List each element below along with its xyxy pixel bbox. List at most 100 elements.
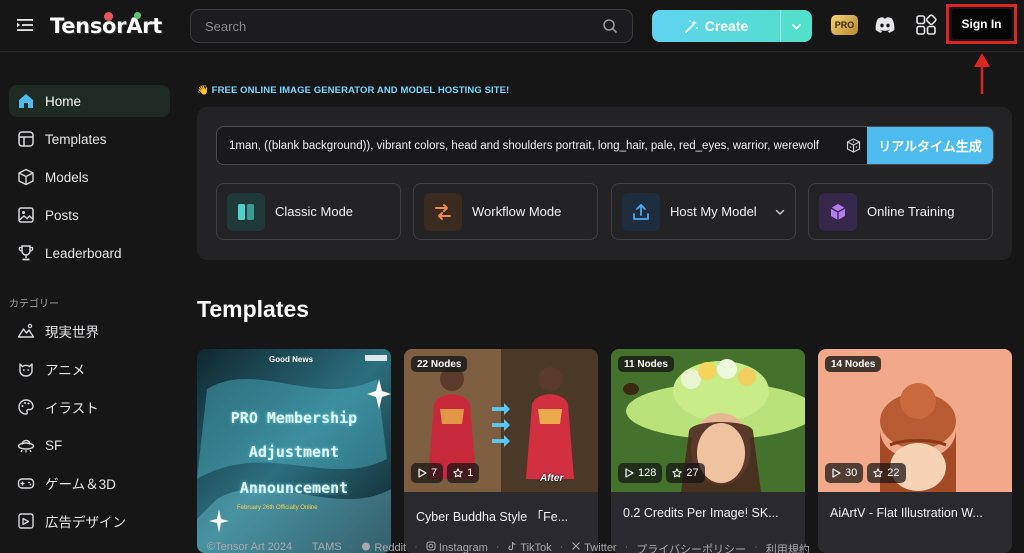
reddit-icon [362, 542, 371, 551]
sidebar-item-label: 広告デザイン [45, 515, 126, 530]
runs-stat: 128 [618, 463, 663, 483]
footer-link-twitter[interactable]: Twitter [571, 541, 617, 553]
sidebar-category-anime[interactable]: アニメ [9, 353, 170, 385]
footer-separator: · [414, 541, 418, 553]
gamepad-icon [17, 478, 35, 489]
create-dropdown-button[interactable] [781, 10, 812, 42]
image-icon [18, 207, 34, 223]
sidebar-item-label: SF [45, 437, 63, 453]
apps-grid-icon[interactable] [915, 14, 937, 36]
footer-link-label: Instagram [438, 542, 488, 553]
sidebar-category-game-3d[interactable]: ゲーム＆3D [9, 467, 170, 499]
template-card-sdxl-credits[interactable]: 11 Nodes 128 27 0.2 Credits Per Image! S… [611, 349, 805, 553]
sidebar: Home Templates Models Posts Leaderboard [0, 53, 184, 553]
search-bar[interactable] [190, 9, 633, 43]
classic-mode-icon-box [227, 192, 265, 231]
footer-link-tams[interactable]: TAMS [312, 541, 342, 553]
search-input[interactable] [205, 18, 602, 34]
stars-stat: 1 [447, 463, 480, 483]
main-content: 👋 FREE ONLINE IMAGE GENERATOR AND MODEL … [197, 53, 1012, 553]
discord-icon[interactable] [874, 15, 896, 35]
random-prompt-button[interactable] [839, 127, 867, 164]
logo-decoration [134, 12, 141, 19]
template-title: Cyber Buddha Style 「Fe... [416, 510, 569, 524]
palette-icon [18, 399, 34, 415]
template-stats: 30 22 [825, 463, 906, 483]
logo-decoration [104, 12, 113, 21]
sidebar-category-sf[interactable]: SF [9, 429, 170, 461]
nodes-badge: 11 Nodes [618, 356, 674, 372]
instagram-icon [426, 541, 436, 551]
search-icon[interactable] [602, 18, 618, 34]
columns-icon [238, 203, 254, 220]
sidebar-item-label: Templates [45, 131, 107, 147]
top-bar: TensorArt Create PRO [0, 0, 1024, 52]
footer-copyright: ©Tensor Art 2024 [207, 541, 293, 553]
ad-icon [18, 513, 34, 529]
sidebar-item-home[interactable]: Home [9, 85, 170, 117]
template-card-cyber-buddha[interactable]: After 22 Nodes 7 1 Cyber Buddha Style 「F… [404, 349, 598, 553]
star-icon [672, 468, 683, 478]
menu-collapse-icon[interactable] [16, 16, 34, 34]
stars-count: 27 [686, 467, 699, 479]
runs-count: 128 [638, 467, 657, 479]
poster-line-2: Adjustment [248, 443, 340, 461]
footer-link-instagram[interactable]: Instagram [426, 541, 488, 553]
x-twitter-icon [572, 542, 581, 550]
footer-link-label: Twitter [584, 542, 617, 553]
classic-mode-card[interactable]: Classic Mode [216, 183, 401, 240]
host-model-card[interactable]: Host My Model [611, 183, 796, 240]
play-icon [625, 468, 634, 478]
footer-link-tiktok[interactable]: TikTok [507, 541, 552, 553]
sign-in-button[interactable]: Sign In [951, 9, 1012, 39]
create-button-label: Create [704, 18, 749, 34]
after-label: After [540, 473, 564, 484]
magic-wand-icon [684, 19, 698, 33]
footer-separator: · [559, 541, 564, 553]
tensorart-logo[interactable]: TensorArt [50, 10, 162, 42]
sidebar-item-leaderboard[interactable]: Leaderboard [9, 237, 170, 269]
footer-link-privacy[interactable]: プライバシーポリシー [636, 541, 746, 553]
footer-link-terms[interactable]: 利用規約 [766, 541, 810, 553]
sidebar-item-posts[interactable]: Posts [9, 199, 170, 231]
category-heading: カテゴリー [9, 299, 59, 310]
templates-section-title: Templates [197, 296, 310, 322]
mode-label: Classic Mode [275, 204, 354, 219]
stars-count: 1 [467, 467, 474, 479]
template-card-aiartv[interactable]: 14 Nodes 30 22 AiArtV - Flat Illustratio… [818, 349, 1012, 553]
runs-count: 7 [431, 467, 438, 479]
mode-label: Host My Model [670, 204, 757, 219]
star-icon [453, 468, 463, 478]
template-card-pro-announcement[interactable]: Good News PRO Membership Adjustment Anno… [197, 349, 391, 553]
star-icon [873, 468, 884, 478]
footer-link-reddit[interactable]: Reddit [361, 541, 406, 553]
prompt-input[interactable] [217, 127, 839, 164]
sidebar-item-label: アニメ [45, 363, 86, 378]
footer-separator: · [495, 541, 500, 553]
workflow-mode-card[interactable]: Workflow Mode [413, 183, 598, 240]
ufo-icon [17, 439, 35, 453]
nodes-badge: 22 Nodes [411, 356, 468, 372]
play-icon [832, 468, 841, 478]
sidebar-item-models[interactable]: Models [9, 161, 170, 193]
footer-separator: · [754, 541, 758, 553]
sidebar-category-illustration[interactable]: イラスト [9, 391, 170, 423]
create-button[interactable]: Create [652, 10, 780, 42]
stars-stat: 22 [867, 463, 906, 483]
prompt-bar: リアルタイム生成 [216, 126, 994, 165]
trophy-icon [18, 245, 34, 261]
sidebar-item-templates[interactable]: Templates [9, 123, 170, 155]
runs-count: 30 [845, 467, 858, 479]
sidebar-item-label: 現実世界 [45, 325, 99, 340]
sidebar-category-real-world[interactable]: 現実世界 [9, 315, 170, 347]
cube-icon [18, 168, 34, 186]
sidebar-item-label: イラスト [45, 401, 99, 416]
play-icon [418, 468, 427, 478]
stars-stat: 27 [666, 463, 705, 483]
sidebar-category-ad-design[interactable]: 広告デザイン [9, 505, 170, 537]
pro-badge[interactable]: PRO [831, 15, 858, 35]
chevron-down-icon [775, 209, 785, 215]
sidebar-item-label: Home [45, 93, 82, 109]
online-training-card[interactable]: Online Training [808, 183, 993, 240]
realtime-generate-button[interactable]: リアルタイム生成 [867, 127, 993, 164]
